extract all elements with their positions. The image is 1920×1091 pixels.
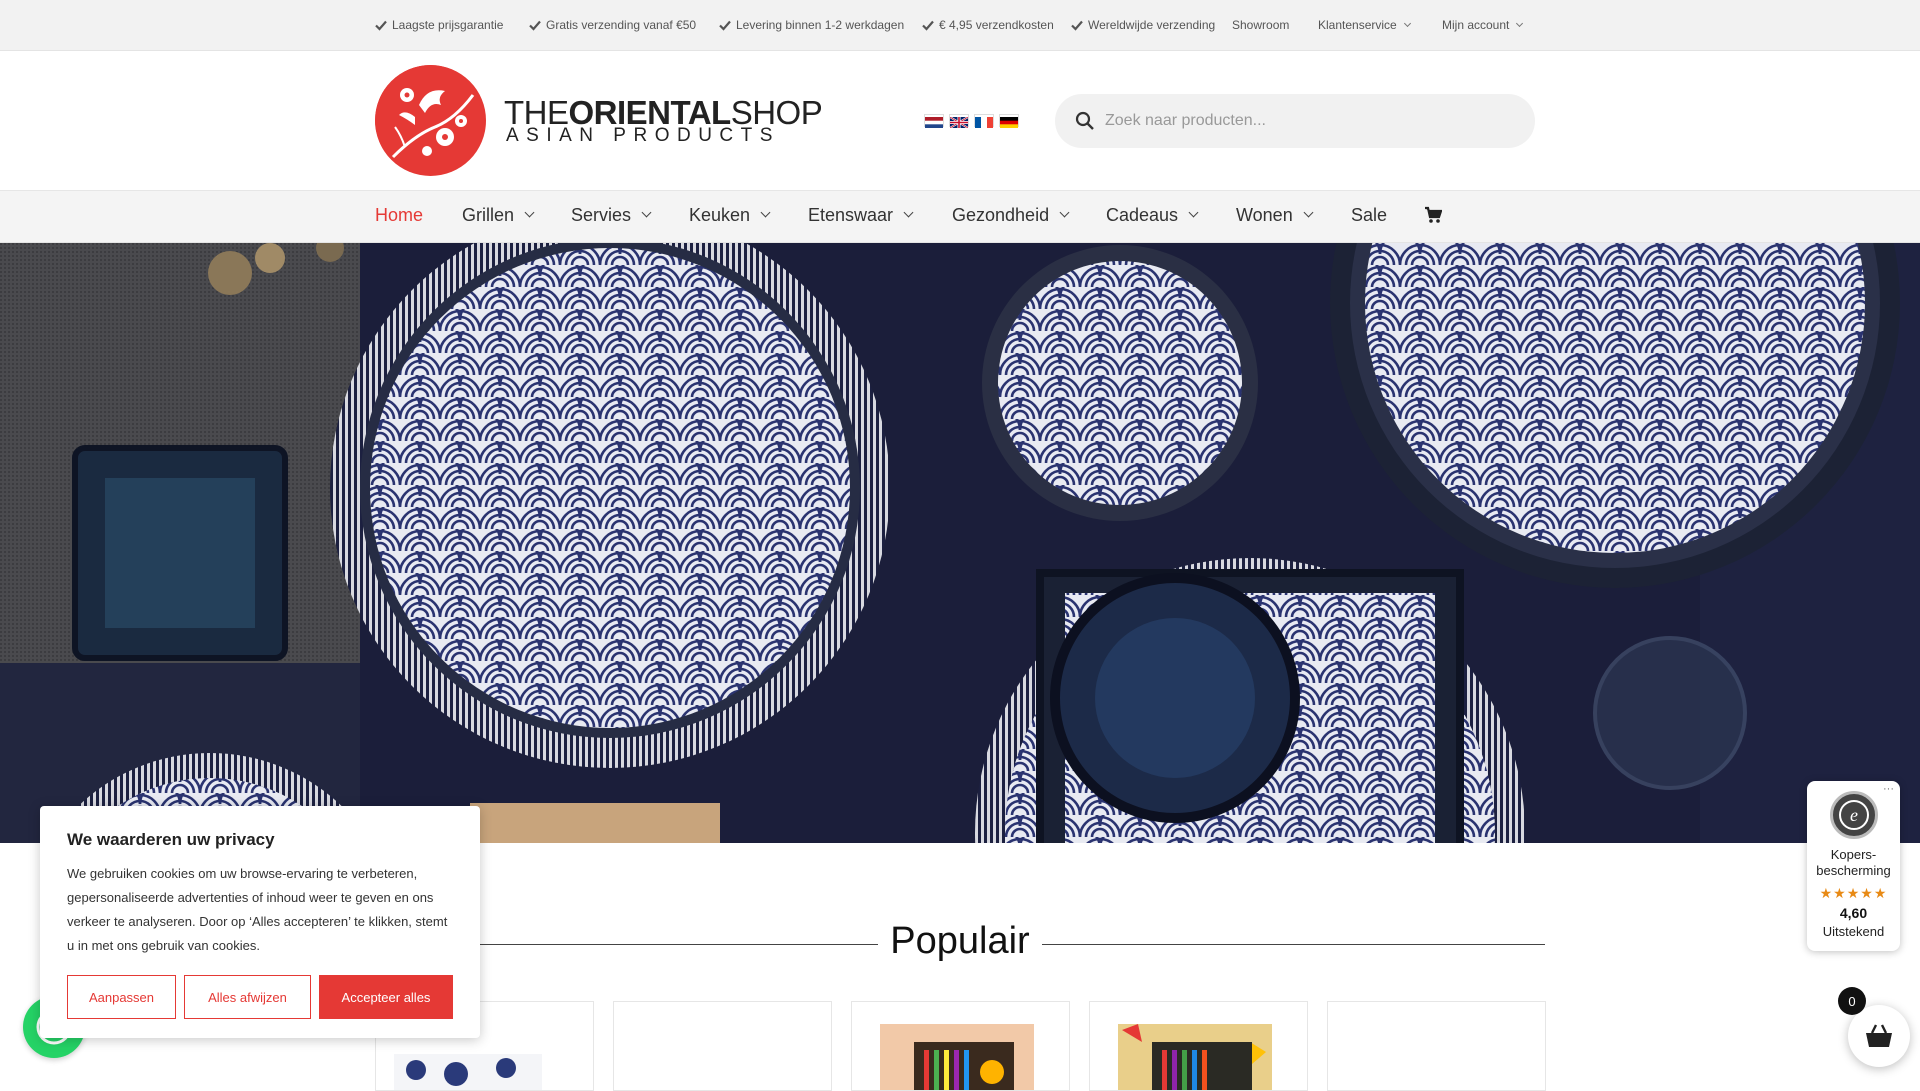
rating-word: Uitstekend	[1822, 924, 1885, 939]
usp-item: Wereldwijde verzending	[1071, 18, 1215, 32]
nav-label: Servies	[571, 205, 632, 225]
customer-service-label: Klantenservice	[1318, 18, 1397, 32]
product-card[interactable]	[613, 1001, 832, 1091]
cookie-customize-button[interactable]: Aanpassen	[67, 975, 176, 1019]
chevron-down-icon	[760, 207, 771, 218]
nav-item-etenswaar[interactable]: Etenswaar	[808, 205, 914, 226]
check-icon	[1071, 20, 1083, 31]
nav-label: Sale	[1351, 205, 1388, 225]
chevron-down-icon	[641, 207, 652, 218]
chevron-down-icon	[1059, 207, 1070, 218]
chevron-down-icon	[524, 207, 535, 218]
nav-item-keuken[interactable]: Keuken	[689, 205, 771, 226]
shopping-cart-icon	[1425, 206, 1442, 223]
search-bar	[1055, 94, 1535, 148]
cookie-title: We waarderen uw privacy	[67, 830, 275, 849]
nav-label: Wonen	[1236, 205, 1293, 225]
usp-label: Gratis verzending vanaf €50	[546, 18, 697, 32]
trust-label-line: bescherming	[1816, 863, 1891, 878]
nav-cart[interactable]	[1424, 206, 1442, 224]
account-label: Mijn account	[1442, 18, 1510, 32]
trust-seal-icon: e	[1830, 791, 1878, 839]
nav-label: Gezondheid	[952, 205, 1050, 225]
account-menu[interactable]: Mijn account	[1442, 18, 1524, 32]
flag-fr-icon[interactable]	[974, 114, 994, 128]
nav-label: Keuken	[689, 205, 751, 225]
floating-cart-button[interactable]	[1848, 1005, 1910, 1067]
hero-banner[interactable]	[0, 243, 1920, 843]
top-bar: Laagste prijsgarantie Gratis verzending …	[0, 0, 1920, 51]
flag-en-icon[interactable]	[949, 114, 969, 129]
usp-item: Gratis verzending vanaf €50	[529, 18, 696, 32]
chevron-down-icon	[1403, 19, 1411, 28]
cookie-accept-button[interactable]: Accepteer alles	[319, 975, 453, 1019]
nav-label: Grillen	[462, 205, 515, 225]
cart-count-badge: 0	[1838, 987, 1866, 1015]
usp-label: Levering binnen 1-2 werkdagen	[736, 18, 905, 32]
main-nav: Home Grillen Servies Keuken Etenswaar Ge…	[0, 191, 1920, 243]
cookie-text: We gebruiken cookies om uw browse-ervari…	[67, 866, 448, 953]
hero-image	[0, 243, 1920, 843]
section-title: Populair	[890, 920, 1030, 962]
usp-label: Wereldwijde verzending	[1088, 18, 1216, 32]
rating-stars: ★★★★★	[1819, 885, 1888, 901]
product-card[interactable]	[851, 1001, 1070, 1091]
usp-label: Laagste prijsgarantie	[392, 18, 504, 32]
flag-de-icon[interactable]	[999, 114, 1019, 129]
usp-item: € 4,95 verzendkosten	[922, 18, 1054, 32]
svg-text:e: e	[1850, 805, 1858, 825]
flag-nl-icon[interactable]	[924, 114, 944, 129]
usp-item: Laagste prijsgarantie	[375, 18, 503, 32]
cookie-banner: We waarderen uw privacy We gebruiken coo…	[40, 806, 480, 1038]
usp-label: € 4,95 verzendkosten	[939, 18, 1054, 32]
customer-service-menu[interactable]: Klantenservice	[1318, 18, 1411, 32]
product-image	[1118, 1024, 1272, 1090]
logo-mark[interactable]	[375, 65, 486, 176]
nav-item-home[interactable]: Home	[375, 205, 423, 226]
trust-label: Kopers-bescherming	[1807, 847, 1900, 879]
search-input[interactable]	[1105, 94, 1505, 148]
product-image	[880, 1024, 1034, 1090]
showroom-link[interactable]: Showroom	[1232, 18, 1289, 32]
search-icon[interactable]	[1075, 111, 1095, 131]
nav-item-servies[interactable]: Servies	[571, 205, 652, 226]
blossom-bird-icon	[375, 65, 485, 175]
nav-label: Home	[375, 205, 424, 225]
nav-label: Etenswaar	[808, 205, 894, 225]
nav-item-grillen[interactable]: Grillen	[462, 205, 535, 226]
check-icon	[529, 20, 541, 31]
nav-item-cadeaus[interactable]: Cadeaus	[1106, 205, 1199, 226]
product-card[interactable]	[1089, 1001, 1308, 1091]
nav-label: Cadeaus	[1106, 205, 1179, 225]
product-card[interactable]	[1327, 1001, 1546, 1091]
rating-score: 4,60	[1839, 905, 1868, 921]
check-icon	[922, 20, 934, 31]
nav-item-sale[interactable]: Sale	[1351, 205, 1387, 226]
more-icon[interactable]: ···	[1883, 783, 1894, 795]
check-icon	[375, 20, 387, 31]
divider-line	[1042, 944, 1545, 945]
nav-item-gezondheid[interactable]: Gezondheid	[952, 205, 1070, 226]
chevron-down-icon	[1303, 207, 1314, 218]
nav-item-wonen[interactable]: Wonen	[1236, 205, 1314, 226]
trust-label-line: Kopers-	[1830, 847, 1877, 862]
trust-badge[interactable]: ··· e Kopers-bescherming ★★★★★ 4,60 Uits…	[1807, 781, 1900, 951]
usp-item: Levering binnen 1-2 werkdagen	[719, 18, 904, 32]
chevron-down-icon	[903, 207, 914, 218]
basket-icon	[1866, 1024, 1892, 1047]
logo-tagline: ASIAN PRODUCTS	[506, 125, 780, 146]
check-icon	[719, 20, 731, 31]
chevron-down-icon	[1188, 207, 1199, 218]
chevron-down-icon	[1516, 19, 1524, 28]
cookie-reject-button[interactable]: Alles afwijzen	[184, 975, 311, 1019]
